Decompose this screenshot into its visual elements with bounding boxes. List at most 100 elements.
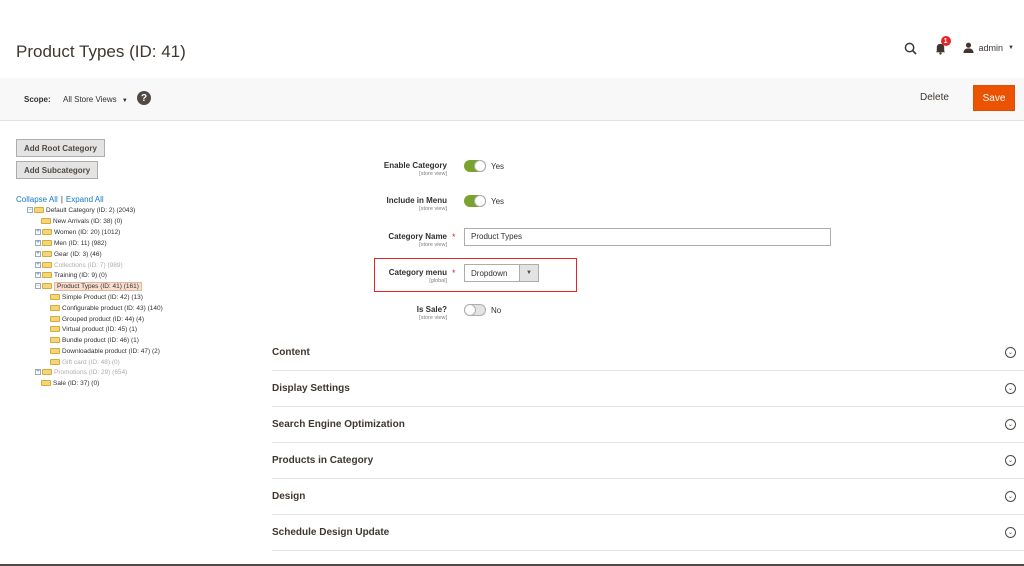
tree-node-promotions[interactable]: + Promotions (ID: 29) (654) bbox=[35, 367, 127, 377]
folder-icon bbox=[50, 359, 60, 365]
folder-icon bbox=[50, 316, 60, 322]
tree-toggle[interactable]: + bbox=[35, 262, 41, 268]
folder-icon bbox=[50, 326, 60, 332]
category-menu-value: Dropdown bbox=[471, 268, 508, 278]
scope-bar: Scope: All Store Views ▼ ? Delete Save bbox=[0, 78, 1024, 121]
tree-node-men[interactable]: + Men (ID: 11) (982) bbox=[35, 238, 107, 248]
tree-node-label: Simple Product (ID: 42) (13) bbox=[62, 293, 143, 301]
section-display-settings[interactable]: Display Settings ⌄ bbox=[272, 371, 1024, 407]
field-scope: [store view] bbox=[419, 242, 447, 248]
tree-node-gift-card[interactable]: Gift card (ID: 48) (0) bbox=[50, 357, 120, 367]
scope-label: Scope: bbox=[24, 95, 51, 104]
save-button[interactable]: Save bbox=[973, 85, 1015, 111]
notification-count-badge: 1 bbox=[940, 36, 951, 46]
is-sale-toggle[interactable] bbox=[464, 304, 486, 316]
tree-node-simple-product[interactable]: Simple Product (ID: 42) (13) bbox=[50, 292, 143, 302]
tree-toggle[interactable]: − bbox=[27, 207, 33, 213]
folder-icon bbox=[50, 294, 60, 300]
section-schedule-design-update[interactable]: Schedule Design Update ⌄ bbox=[272, 515, 1024, 551]
user-menu[interactable]: admin ▼ bbox=[962, 42, 1014, 55]
tree-node-label: Grouped product (ID: 44) (4) bbox=[62, 315, 145, 323]
scope-switcher[interactable]: All Store Views ▼ bbox=[63, 95, 128, 104]
folder-icon bbox=[34, 207, 44, 213]
include-in-menu-value: Yes bbox=[491, 197, 505, 206]
section-seo[interactable]: Search Engine Optimization ⌄ bbox=[272, 407, 1024, 443]
folder-icon bbox=[42, 369, 52, 375]
field-scope: [global] bbox=[429, 278, 447, 284]
tree-node-label: Product Types (ID: 41) (161) bbox=[54, 281, 142, 291]
tree-toggle[interactable]: + bbox=[35, 240, 41, 246]
category-menu-select[interactable]: Dropdown ▼ bbox=[464, 264, 539, 282]
add-subcategory-button[interactable]: Add Subcategory bbox=[16, 161, 99, 179]
field-label-text: Is Sale? bbox=[416, 305, 447, 314]
bell-icon[interactable]: 1 bbox=[933, 36, 951, 56]
section-content[interactable]: Content ⌄ bbox=[272, 335, 1024, 371]
tree-node-bundle-product[interactable]: Bundle product (ID: 46) (1) bbox=[50, 335, 139, 345]
tree-node-virtual-product[interactable]: Virtual product (ID: 45) (1) bbox=[50, 324, 137, 334]
tree-node-label: Downloadable product (ID: 47) (2) bbox=[62, 347, 160, 355]
tree-toggle[interactable]: + bbox=[35, 251, 41, 257]
tree-controls-separator: | bbox=[60, 195, 63, 204]
dropdown-arrow-icon: ▼ bbox=[519, 265, 538, 281]
field-label-text: Include in Menu bbox=[386, 196, 447, 205]
tree-node-training[interactable]: + Training (ID: 9) (0) bbox=[35, 270, 107, 280]
tree-node-label: Men (ID: 11) (982) bbox=[54, 239, 107, 247]
category-name-input[interactable]: Product Types bbox=[464, 228, 831, 246]
toggle-knob bbox=[464, 304, 476, 316]
section-title: Design bbox=[272, 491, 306, 502]
tree-node-configurable-product[interactable]: Configurable product (ID: 43) (140) bbox=[50, 303, 163, 313]
user-icon bbox=[962, 42, 974, 55]
tree-toggle[interactable]: + bbox=[35, 369, 41, 375]
field-label-text: Category Name bbox=[388, 232, 447, 241]
chevron-down-icon: ⌄ bbox=[1005, 419, 1016, 430]
tree-node-label: Gift card (ID: 48) (0) bbox=[62, 358, 120, 366]
tree-node-label: Promotions (ID: 29) (654) bbox=[54, 368, 128, 376]
page: Product Types (ID: 41) 1 admin ▼ Scope: … bbox=[0, 0, 1024, 566]
folder-icon bbox=[50, 337, 60, 343]
tree-node-label: Bundle product (ID: 46) (1) bbox=[62, 336, 139, 344]
enable-category-toggle[interactable] bbox=[464, 160, 486, 172]
section-title: Products in Category bbox=[272, 455, 374, 466]
help-icon[interactable]: ? bbox=[137, 91, 151, 105]
tree-controls: Collapse All | Expand All bbox=[16, 195, 104, 204]
folder-icon bbox=[50, 305, 60, 311]
header-actions: 1 admin ▼ bbox=[903, 36, 1014, 56]
delete-button[interactable]: Delete bbox=[920, 92, 949, 103]
section-title: Search Engine Optimization bbox=[272, 419, 405, 430]
tree-node-collections[interactable]: + Collections (ID: 7) (989) bbox=[35, 260, 123, 270]
tree-node-label: New Arrivals (ID: 38) (0) bbox=[53, 217, 123, 225]
add-root-category-button[interactable]: Add Root Category bbox=[16, 139, 105, 157]
toggle-knob bbox=[474, 160, 486, 172]
folder-icon bbox=[42, 272, 52, 278]
field-label-text: Category menu bbox=[388, 268, 447, 277]
section-design[interactable]: Design ⌄ bbox=[272, 479, 1024, 515]
category-name-label: Category Name [store view] bbox=[388, 232, 447, 248]
tree-node-downloadable-product[interactable]: Downloadable product (ID: 47) (2) bbox=[50, 346, 160, 356]
tree-node-label: Default Category (ID: 2) (2043) bbox=[46, 206, 136, 214]
tree-toggle[interactable]: + bbox=[35, 229, 41, 235]
folder-icon bbox=[41, 218, 51, 224]
enable-category-value: Yes bbox=[491, 162, 505, 171]
is-sale-value: No bbox=[491, 306, 502, 315]
include-in-menu-toggle[interactable] bbox=[464, 195, 486, 207]
expand-all-link[interactable]: Expand All bbox=[66, 195, 104, 204]
tree-node-women[interactable]: + Women (ID: 20) (1012) bbox=[35, 227, 120, 237]
folder-icon bbox=[42, 283, 52, 289]
tree-node-label: Sale (ID: 37) (0) bbox=[53, 379, 100, 387]
is-sale-label: Is Sale? [store view] bbox=[417, 305, 447, 321]
tree-node-gear[interactable]: + Gear (ID: 3) (46) bbox=[35, 249, 102, 259]
tree-node-product-types[interactable]: − Product Types (ID: 41) (161) bbox=[35, 281, 142, 291]
include-in-menu-label: Include in Menu [store view] bbox=[387, 196, 447, 212]
tree-node-grouped-product[interactable]: Grouped product (ID: 44) (4) bbox=[50, 314, 144, 324]
collapse-all-link[interactable]: Collapse All bbox=[16, 195, 58, 204]
tree-toggle[interactable]: − bbox=[35, 283, 41, 289]
tree-toggle[interactable]: + bbox=[35, 272, 41, 278]
tree-node-sale[interactable]: Sale (ID: 37) (0) bbox=[41, 378, 99, 388]
section-products-in-category[interactable]: Products in Category ⌄ bbox=[272, 443, 1024, 479]
search-icon[interactable] bbox=[903, 40, 919, 56]
folder-icon bbox=[42, 229, 52, 235]
caret-down-icon: ▼ bbox=[1008, 45, 1014, 51]
chevron-down-icon: ⌄ bbox=[1005, 383, 1016, 394]
tree-node-default-category[interactable]: − Default Category (ID: 2) (2043) bbox=[27, 205, 135, 215]
tree-node-new-arrivals[interactable]: New Arrivals (ID: 38) (0) bbox=[41, 216, 122, 226]
